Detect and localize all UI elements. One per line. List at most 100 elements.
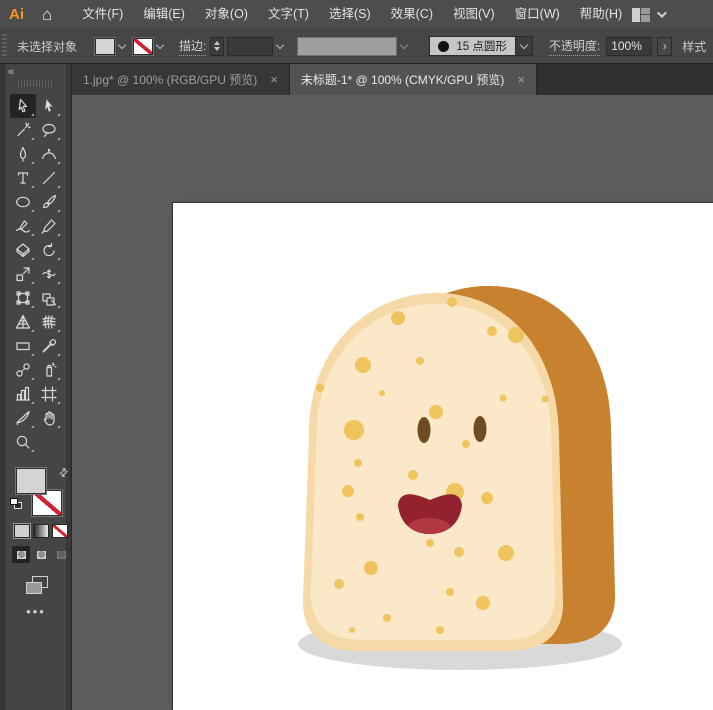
fill-color-control[interactable] (16, 468, 46, 494)
draw-inside-button[interactable] (52, 546, 70, 563)
symbol-sprayer-icon (41, 362, 57, 378)
tool-gradient[interactable] (10, 334, 36, 358)
draw-behind-button[interactable] (32, 546, 50, 563)
collapse-panel-button[interactable]: « (8, 66, 13, 78)
front-slice-bread (311, 304, 555, 641)
stroke-color-swatch[interactable] (133, 38, 153, 55)
selection-status: 未选择对象 (17, 38, 81, 55)
opacity-label[interactable]: 不透明度: (549, 37, 600, 56)
menu-file[interactable]: 文件(F) (72, 0, 133, 29)
brush-select[interactable]: 15 点圆形 (429, 36, 516, 56)
brush-chevron-button[interactable] (516, 36, 533, 56)
tool-eyedropper[interactable] (36, 334, 62, 358)
default-fill-stroke-icon[interactable] (10, 498, 22, 509)
round-brush-icon (438, 41, 449, 52)
bread-spot (416, 357, 424, 365)
menu-type[interactable]: 文字(T) (258, 0, 319, 29)
tool-scale[interactable] (10, 262, 36, 286)
tool-paintbrush[interactable] (36, 190, 62, 214)
tool-lasso[interactable] (36, 118, 62, 142)
menu-object[interactable]: 对象(O) (195, 0, 258, 29)
bread-spot (342, 485, 354, 497)
fill-color-swatch[interactable] (95, 38, 115, 55)
hand-icon (41, 410, 57, 426)
tab-document-2[interactable]: 未标题-1* @ 100% (CMYK/GPU 预览) × (290, 64, 537, 95)
style-label[interactable]: 样式 (682, 38, 706, 55)
gradient-button[interactable] (33, 524, 49, 538)
bread-spot (383, 614, 391, 622)
menu-edit[interactable]: 编辑(E) (133, 0, 195, 29)
tool-magic-wand[interactable] (10, 118, 36, 142)
tool-type[interactable] (10, 166, 36, 190)
tool-column-graph[interactable] (10, 382, 36, 406)
bread-spot (344, 420, 364, 440)
none-button[interactable] (52, 524, 68, 538)
tool-ellipse[interactable] (10, 190, 36, 214)
color-button[interactable] (14, 524, 30, 538)
close-icon[interactable]: × (270, 72, 278, 87)
bread-spot (500, 395, 507, 402)
tool-artboard[interactable] (36, 382, 62, 406)
tool-hand[interactable] (36, 406, 62, 430)
illustrator-window: Ai ⌂ 文件(F) 编辑(E) 对象(O) 文字(T) 选择(S) 效果(C)… (0, 0, 713, 710)
fill-dropdown-chevron-icon[interactable] (118, 40, 126, 48)
swap-fill-stroke-icon[interactable]: ⇄ (56, 465, 72, 481)
eyedropper-icon (41, 338, 57, 354)
rotate-icon (41, 242, 57, 258)
tool-perspective-grid[interactable] (10, 310, 36, 334)
fill-stroke-cluster: ⇄ (10, 468, 66, 520)
tool-direct-selection[interactable] (36, 94, 62, 118)
tool-selection[interactable] (10, 94, 36, 118)
change-screen-mode-button[interactable] (26, 576, 50, 596)
tool-slice[interactable] (10, 406, 36, 430)
tool-shaper[interactable] (10, 214, 36, 238)
opacity-input[interactable]: 100% (606, 37, 652, 56)
tool-width[interactable] (36, 262, 62, 286)
bread-spot (426, 539, 434, 547)
stroke-weight-label[interactable]: 描边: (179, 37, 206, 56)
tool-mesh[interactable] (36, 310, 62, 334)
stroke-weight-select[interactable] (227, 37, 273, 56)
tool-zoom[interactable] (10, 430, 36, 454)
bread-spot (487, 326, 497, 336)
control-bar: 未选择对象 描边: 15 点圆形 不透明度: 100% › 样式 (0, 29, 713, 64)
menu-select[interactable]: 选择(S) (319, 0, 381, 29)
direct-selection-icon (41, 98, 57, 114)
workspace-switcher[interactable] (632, 8, 664, 22)
artboard-icon (41, 386, 57, 402)
tool-free-transform[interactable] (10, 286, 36, 310)
menu-effect[interactable]: 效果(C) (381, 0, 443, 29)
tool-pen[interactable] (10, 142, 36, 166)
menu-view[interactable]: 视图(V) (443, 0, 505, 29)
panel-grip[interactable] (2, 34, 7, 58)
draw-normal-button[interactable] (12, 546, 30, 563)
tab-document-1[interactable]: 1.jpg* @ 100% (RGB/GPU 预览) × (72, 64, 290, 95)
bread-spot (429, 405, 443, 419)
panel-drag-grip[interactable] (18, 80, 54, 87)
artboard[interactable] (173, 203, 713, 710)
tools-panel: « ⇄ • (6, 64, 66, 710)
tool-blend[interactable] (10, 358, 36, 382)
scale-icon (15, 266, 31, 282)
close-icon[interactable]: × (517, 72, 525, 87)
tool-symbol-sprayer[interactable] (36, 358, 62, 382)
bread-spot (542, 396, 549, 403)
stroke-weight-chevron-icon[interactable] (276, 40, 284, 48)
right-eye (474, 416, 487, 442)
tool-eraser[interactable] (10, 238, 36, 262)
menu-window[interactable]: 窗口(W) (505, 0, 570, 29)
stroke-weight-stepper[interactable] (210, 37, 224, 56)
width-profile-select[interactable] (297, 37, 397, 56)
tool-pencil[interactable] (36, 214, 62, 238)
opacity-expand-button[interactable]: › (657, 37, 672, 56)
tool-shape-builder[interactable] (36, 286, 62, 310)
tool-rotate[interactable] (36, 238, 62, 262)
home-icon[interactable]: ⌂ (42, 5, 52, 25)
tool-curvature[interactable] (36, 142, 62, 166)
edit-toolbar-button[interactable]: ••• (6, 604, 66, 619)
menu-help[interactable]: 帮助(H) (570, 0, 632, 29)
workspace-layout-icon (632, 8, 650, 22)
stroke-dropdown-chevron-icon[interactable] (156, 40, 164, 48)
tool-line-segment[interactable] (36, 166, 62, 190)
canvas-pasteboard[interactable] (72, 95, 713, 710)
